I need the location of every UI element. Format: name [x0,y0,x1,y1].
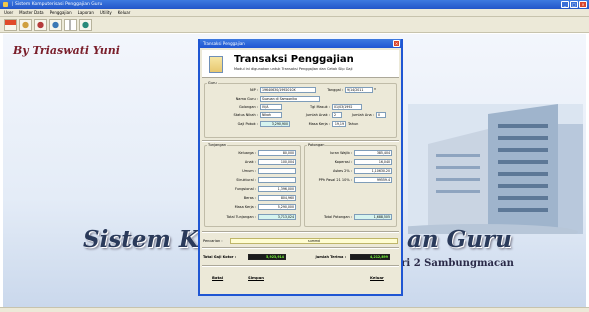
menu-keluar[interactable]: Keluar [118,10,131,15]
jumlah-terima-label: Jumlah Terima : [315,255,346,259]
app-titlebar: | Sistem Komputerisasi Penggajian Guru _… [0,0,589,9]
tunjangan-struktural-label: Struktural : [236,178,256,182]
total-tunjangan-field[interactable]: 3,713,024 [258,214,296,220]
potongan-iuran-label: Iuran Wajib : [329,151,352,155]
report-icon[interactable] [64,19,77,31]
pencarian-label: Pencarian : [203,239,223,243]
batal-button-label: Batal [212,275,224,280]
golongan-field[interactable]: IV/A [260,104,282,110]
tunjangan-keluarga-field[interactable]: 80,000 [258,150,296,156]
dialog-heading: Transaksi Penggajian [234,54,354,65]
separator [202,231,399,233]
pencarian-input[interactable]: summd [230,238,398,244]
keluar-button-label: Keluar [370,275,384,280]
potongan-askes-label: Askes 2% : [332,169,352,173]
nip-label: NIP : [249,88,258,92]
menu-user[interactable]: User [4,10,13,15]
tunjangan-keluarga-label: Keluarga : [238,151,256,155]
tunjangan-umum-label: Umum : [242,169,256,173]
separator [202,140,399,142]
menu-bar: User Master Data Penggajian Laporan Util… [0,9,589,17]
tunjangan-fungsional-label: Fungsional : [234,187,256,191]
staff-icon[interactable] [49,19,62,31]
tunjangan-struktural-field[interactable] [258,177,296,183]
potongan-iuran-field[interactable]: 385,404 [354,150,392,156]
tunjangan-anak-field[interactable]: 100,004 [258,159,296,165]
total-potongan-label: Total Potongan : [323,215,352,219]
guru-group-label: Guru [207,81,218,85]
status-bar [0,307,589,312]
exit-icon[interactable] [79,19,92,31]
nip-field[interactable]: 19640630/1992010X [260,87,316,93]
maximize-button[interactable]: □ [570,1,578,8]
keluar-button[interactable]: Keluar [370,275,384,280]
tunjangan-fungsional-field[interactable]: 1,396,000 [258,186,296,192]
logout-icon[interactable] [4,19,17,31]
splash-title-right: an Guru [407,226,512,253]
dialog-titlebar: Transaksi Penggajian × [200,39,401,48]
gaji-kotor-field: 5,923,914 [248,254,286,260]
app-icon [3,2,8,7]
dialog-header: Transaksi Penggajian Modul ini digunakan… [202,50,399,78]
dialog-title: Transaksi Penggajian [203,41,245,46]
tunjangan-masakerja-label: Masa Kerja : [234,205,256,209]
potongan-askes-field[interactable]: 1,10630.20 [354,168,392,174]
minimize-button[interactable]: _ [561,1,569,8]
jumlah-anak-field[interactable]: 2 [332,112,342,118]
potongan-pph-field[interactable]: 99559.4 [354,177,392,183]
document-icon [209,56,223,73]
simpan-button[interactable]: Simpan [248,275,264,280]
menu-laporan[interactable]: Laporan [78,10,94,15]
potongan-pph-label: PPh Pasal 21 10% : [318,178,352,182]
jumlah-ana-field[interactable]: 0 [376,112,386,118]
teacher-icon[interactable] [34,19,47,31]
building-image [408,104,583,234]
gaji-pokok-field[interactable]: 3,290,900 [260,121,290,127]
menu-penggajian[interactable]: Penggajian [50,10,72,15]
users-icon[interactable] [19,19,32,31]
jumlah-ana-label: Jumlah Ana : [351,113,374,117]
tunjangan-beras-label: Beras : [243,196,256,200]
menu-master-data[interactable]: Master Data [19,10,43,15]
status-nikah-label: Status Nikah : [233,113,258,117]
close-button[interactable]: × [579,1,587,8]
separator [202,265,399,267]
golongan-label: Golongan : [238,105,258,109]
separator [202,247,399,249]
simpan-button-label: Simpan [248,275,264,280]
calendar-dropdown-icon[interactable]: ▾ [372,87,377,93]
jumlah-terima-field: 4,212,899 [350,254,390,260]
tunjangan-umum-field[interactable] [258,168,296,174]
tahun-label: Tahun [348,122,359,126]
author-byline: By Triaswati Yuni [13,44,120,57]
status-nikah-field[interactable]: Nikah [260,112,282,118]
tunjangan-group-label: Tunjangan [207,143,227,147]
tanggal-label: Tanggal : [327,88,343,92]
dialog-close-button[interactable]: × [393,40,400,47]
tunjangan-anak-label: Anak : [244,160,256,164]
transaksi-dialog: Transaksi Penggajian × Transaksi Penggaj… [198,39,403,296]
masa-kerja-label: Masa Kerja : [308,122,330,126]
potongan-koperasi-field[interactable]: 16,040 [354,159,392,165]
nama-label: Nama Guru : [235,97,258,101]
potongan-koperasi-label: Koperasi : [334,160,352,164]
total-tunjangan-label: Total Tunjangan : [226,215,256,219]
nama-field[interactable]: Suwuan di Samsonika [260,96,320,102]
masa-kerja-field[interactable]: 19,19 [332,121,346,127]
menu-utility[interactable]: Utility [100,10,112,15]
toolbar [0,17,589,33]
dialog-subtitle: Modul ini digunakan untuk Transaksi Peng… [234,67,353,71]
window-controls: _ □ × [561,1,587,8]
tunjangan-beras-field[interactable]: 804,960 [258,195,296,201]
batal-button[interactable]: Batal [212,275,223,280]
tglmasuk-label: Tgl Masuk : [310,105,330,109]
tunjangan-masakerja-field[interactable]: 5,290,000 [258,204,296,210]
total-potongan-field[interactable]: 1,688,505 [354,214,392,220]
gaji-pokok-label: Gaji Pokok : [237,122,258,126]
app-title: | Sistem Komputerisasi Penggajian Guru [12,2,103,7]
gaji-kotor-label: Total Gaji Kotor : [203,255,237,259]
tglmasuk-field[interactable]: 01/03/1992 [332,104,362,110]
jumlah-anak-label: Jumlah Anak : [305,113,330,117]
potongan-group-label: Potongan [307,143,326,147]
